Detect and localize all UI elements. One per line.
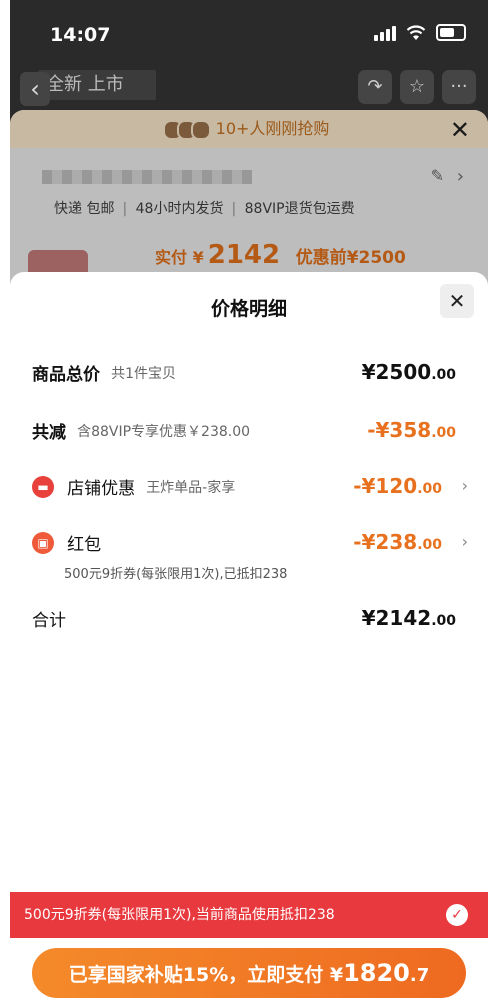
reduce-sub: 含88VIP专享优惠￥238.00 — [77, 423, 251, 440]
redpack-note: 500元9折券(每张限用1次),已抵扣238 — [64, 567, 288, 582]
status-time: 14:07 — [50, 24, 111, 46]
total-sub: 共1件宝贝 — [111, 365, 177, 382]
row-total: 商品总价 共1件宝贝 ¥2500.00 — [32, 360, 468, 385]
row-sum: 合计 ¥2142.00 — [32, 606, 468, 631]
chevron-right-icon: › — [456, 166, 464, 187]
coupon-banner[interactable]: 500元9折券(每张限用1次),当前商品使用抵扣238 ✓ — [10, 892, 488, 938]
tag-dispatch: 48小时内发货 — [135, 201, 224, 217]
nav-title: 全新 上市 — [38, 70, 156, 100]
nav-actions: ↷ ☆ ··· — [358, 70, 476, 104]
chevron-right-icon: › — [461, 476, 468, 495]
pay-button-label: 已享国家补贴15%，立即支付 ¥ — [68, 964, 344, 986]
tag-shipping: 快递 包邮 — [54, 201, 115, 217]
paid-price: 实付 ¥2142 优惠前¥2500 — [155, 240, 406, 270]
row-redpack[interactable]: ▣ 红包 -¥238.00 › 500元9折券(每张限用1次),已抵扣238 — [32, 530, 468, 582]
back-icon[interactable]: ‹ — [20, 72, 50, 106]
product-nav: 全新 上市 ‹ ↷ ☆ ··· — [10, 66, 488, 112]
store-amount: -¥120.00 — [353, 474, 442, 498]
paid-label: 实付 — [155, 248, 188, 267]
redpack-amount: -¥238.00 — [353, 530, 442, 554]
address-row[interactable]: ✎ › — [28, 166, 468, 190]
pay-amount-int: 1820 — [343, 959, 410, 987]
wifi-icon — [406, 24, 426, 40]
tag-return: 88VIP退货包运费 — [244, 201, 355, 217]
store-icon: ▬ — [32, 475, 54, 498]
chevron-right-icon: › — [461, 532, 468, 551]
red-packet-icon: ▣ — [32, 531, 54, 554]
reduce-amount: -¥358.00 — [367, 418, 456, 442]
total-amount: ¥2500.00 — [361, 360, 456, 384]
close-icon[interactable]: ✕ — [440, 284, 474, 318]
recent-buyers-bar: 10+人刚刚抢购 — [10, 110, 488, 148]
avatar — [190, 119, 211, 140]
panel-title: 价格明细 — [210, 298, 287, 320]
signal-icon — [374, 25, 396, 41]
pay-amount-dec: .7 — [409, 965, 430, 986]
star-icon[interactable]: ☆ — [400, 70, 434, 104]
coupon-banner-text: 500元9折券(每张限用1次),当前商品使用抵扣238 — [24, 907, 335, 923]
store-label: 店铺优惠 — [67, 479, 136, 499]
edit-icon[interactable]: ✎ — [431, 166, 444, 185]
paid-value: 2142 — [207, 240, 281, 270]
sum-label: 合计 — [32, 611, 66, 631]
app-screen: 14:07 全新 上市 ‹ ↷ ☆ ··· 10+人刚刚抢购 ✕ ✎ › 快递 … — [10, 0, 488, 1005]
sum-amount: ¥2142.00 — [361, 606, 456, 630]
recent-buyers-text: 10+人刚刚抢购 — [215, 119, 330, 138]
close-icon[interactable]: ✕ — [450, 116, 470, 144]
status-bar: 14:07 — [10, 0, 488, 60]
row-store-discount[interactable]: ▬ 店铺优惠 王炸单品-家享 -¥120.00 › — [32, 474, 468, 499]
paid-currency: ¥ — [192, 248, 204, 267]
address-redacted — [42, 170, 252, 184]
row-reduce: 共减 含88VIP专享优惠￥238.00 -¥358.00 — [32, 418, 468, 443]
battery-icon — [436, 24, 466, 41]
status-icons — [374, 24, 466, 41]
more-icon[interactable]: ··· — [442, 70, 476, 104]
reduce-label: 共减 — [32, 423, 66, 443]
store-sub: 王炸单品-家享 — [146, 479, 236, 496]
price-before-discount: 优惠前¥2500 — [295, 248, 406, 268]
redpack-label: 红包 — [67, 535, 102, 555]
service-tags: 快递 包邮 | 48小时内发货 | 88VIP退货包运费 — [54, 201, 355, 217]
share-icon[interactable]: ↷ — [358, 70, 392, 104]
total-label: 商品总价 — [32, 365, 100, 385]
check-icon[interactable]: ✓ — [446, 904, 468, 926]
pay-now-button[interactable]: 已享国家补贴15%，立即支付 ¥1820.7 — [32, 948, 466, 998]
